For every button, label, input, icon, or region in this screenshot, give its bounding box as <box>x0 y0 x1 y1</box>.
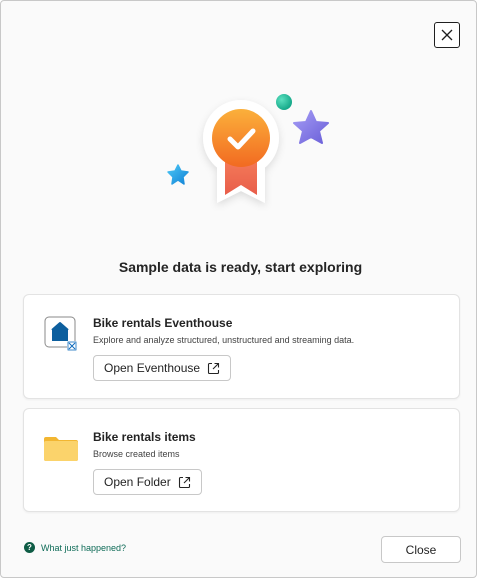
card-description: Browse created items <box>93 449 180 459</box>
dialog-title: Sample data is ready, start exploring <box>118 259 363 275</box>
close-icon-button[interactable] <box>434 22 460 48</box>
teal-dot-decoration <box>276 94 292 110</box>
close-button[interactable]: Close <box>381 536 461 563</box>
open-folder-button[interactable]: Open Folder <box>93 469 202 495</box>
medal-icon <box>212 109 270 167</box>
purple-star-icon <box>293 110 329 144</box>
button-label: Open Eventhouse <box>104 361 201 375</box>
eventhouse-card: Bike rentals Eventhouse Explore and anal… <box>23 294 460 399</box>
blue-star-icon <box>167 164 189 185</box>
success-badge-illustration <box>167 94 329 203</box>
open-eventhouse-button[interactable]: Open Eventhouse <box>93 355 232 381</box>
open-external-icon <box>208 362 220 374</box>
card-title: Bike rentals items <box>93 430 196 444</box>
folder-icon <box>44 437 78 461</box>
eventhouse-icon <box>44 316 77 351</box>
card-description: Explore and analyze structured, unstruct… <box>93 335 355 345</box>
what-just-happened-link[interactable]: ? What just happened? <box>24 542 126 553</box>
question-circle-icon: ? <box>24 542 35 553</box>
help-link-label: What just happened? <box>41 542 127 553</box>
sample-data-dialog: Sample data is ready, start exploring Bi… <box>0 0 477 578</box>
folder-card: Bike rentals items Browse created items … <box>23 408 460 512</box>
open-external-icon <box>178 476 190 488</box>
button-label: Open Folder <box>104 475 171 489</box>
close-icon <box>441 29 453 41</box>
card-title: Bike rentals Eventhouse <box>93 316 233 330</box>
